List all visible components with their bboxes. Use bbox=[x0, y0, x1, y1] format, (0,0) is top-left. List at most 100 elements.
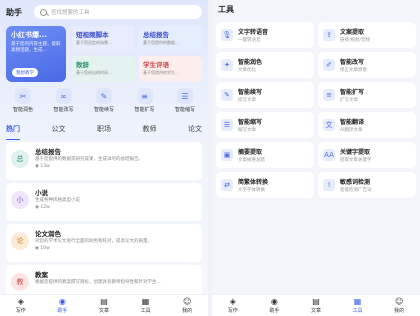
featured-card-student-comment[interactable]: 学生评语 基于您提供的学生... bbox=[139, 56, 202, 82]
featured-card-summary[interactable]: 总结报告 基于您提供的数据... bbox=[139, 26, 202, 52]
bottom-nav: ◈ 写作 ◉ 助手 ▤ 文章 ▦ 工具 ☺ 我的 bbox=[0, 294, 208, 316]
compress-icon: ☰ bbox=[177, 88, 193, 104]
nav-item-1[interactable]: ◉ 助手 bbox=[47, 297, 77, 314]
nav-item-4[interactable]: ☺ 我的 bbox=[172, 297, 202, 314]
list-item[interactable]: 论论文润色 对您的学术论文进行全面的润色和校对，提高论文的质量。 ◉ 10w bbox=[6, 224, 202, 262]
nav-label: 我的 bbox=[182, 308, 193, 314]
tool-card[interactable]: ▣ 摘要提取 文章摘要总结 bbox=[216, 142, 314, 168]
nav-item-3[interactable]: ▦ 工具 bbox=[131, 297, 161, 314]
nav-item-4[interactable]: ☺ 我的 bbox=[384, 297, 414, 314]
tool-title: 关键字提取 bbox=[340, 149, 371, 156]
featured-card-desc: 基于您的内容主题，提取高频话题，生成... bbox=[11, 42, 61, 53]
item-avatar-icon: 教 bbox=[11, 273, 29, 291]
item-avatar-icon: 小 bbox=[11, 191, 29, 209]
tool-card[interactable]: AA 关键字提取提取文章关键字 bbox=[318, 142, 416, 168]
featured-card-button[interactable]: 我想教学 bbox=[12, 68, 38, 77]
tool-card[interactable]: ✐ 智能改写修正文章原意 bbox=[318, 52, 416, 78]
tool-text: 简繁体转换文字字体转换 bbox=[238, 177, 268, 193]
card-desc: 基于您提供的数据... bbox=[143, 40, 179, 45]
card-title: 学生评语 bbox=[143, 61, 169, 69]
nav-item-3[interactable]: ▦ 工具 bbox=[343, 297, 373, 314]
nav-label: 助手 bbox=[269, 308, 280, 314]
nav-label: 助手 bbox=[57, 308, 68, 314]
tool-text: 智能缩写 缩写文章 bbox=[238, 117, 262, 133]
category-tabs: 热门 公文 职场 教师 论文 bbox=[6, 124, 202, 140]
tool-title: 文案提取 bbox=[340, 29, 365, 36]
tool-title: 简繁体转换 bbox=[238, 179, 269, 186]
tool-card[interactable]: ⇪ 文案提取 链接/视频/音频 bbox=[318, 22, 416, 48]
tool-card[interactable]: ≡ 智能扩写 扩写文章 bbox=[318, 82, 416, 108]
search-input[interactable]: 查找想要的工具 bbox=[34, 5, 202, 19]
featured-card-title: 小红书爆... bbox=[11, 31, 47, 39]
quick-tool-0[interactable]: ✂ 智能润色 bbox=[4, 88, 42, 118]
search-icon bbox=[40, 8, 47, 16]
tool-desc: 提取文章关键字 bbox=[340, 158, 372, 163]
tool-desc: 续写文章 bbox=[238, 98, 256, 103]
tool-title: 智能改写 bbox=[340, 59, 365, 66]
tab-1[interactable]: 公文 bbox=[52, 124, 66, 138]
featured-card-speech[interactable]: 致辞 基于您给出的时间... bbox=[72, 56, 135, 82]
tool-desc: 缩写文章 bbox=[238, 128, 256, 133]
tool-desc: 文章摘要总结 bbox=[238, 158, 265, 163]
tools-icon: ▦ bbox=[353, 297, 362, 306]
rewrite-icon: ✐ bbox=[323, 59, 335, 71]
item-desc: 对您的学术论文进行全面的润色和校对，提高论文的质量。 bbox=[35, 239, 152, 244]
list-item[interactable]: 小小说 生成各种风格类型小说 ◉ 12w bbox=[6, 183, 202, 221]
nav-item-1[interactable]: ◉ 助手 bbox=[259, 297, 289, 314]
item-desc: 基于您提供的数据或研究成果，生成详尽的总结报告。 bbox=[35, 157, 143, 162]
item-title: 论文润色 bbox=[35, 230, 61, 238]
item-title: 总结报告 bbox=[35, 148, 61, 156]
item-body: 论文润色 对您的学术论文进行全面的润色和校对，提高论文的质量。 ◉ 10w bbox=[35, 228, 152, 258]
nav-label: 写作 bbox=[15, 308, 26, 314]
assistant-icon: ◉ bbox=[270, 297, 278, 306]
tool-title: 摘要提取 bbox=[238, 149, 263, 156]
tool-text: 文案提取 链接/视频/音频 bbox=[340, 27, 370, 43]
tool-title: 智能扩写 bbox=[340, 89, 365, 96]
card-desc: 基于您给出的时间... bbox=[76, 70, 112, 75]
tab-0[interactable]: 热门 bbox=[6, 124, 20, 140]
tool-card[interactable]: ☰ 智能缩写 缩写文章 bbox=[216, 112, 314, 138]
nav-item-2[interactable]: ▤ 文章 bbox=[89, 297, 119, 314]
nav-item-2[interactable]: ▤ 文章 bbox=[301, 297, 331, 314]
tool-title: 智能翻译 bbox=[340, 119, 365, 126]
featured-card-video-script[interactable]: 短视频脚本 基于您设定的场景... bbox=[72, 26, 135, 52]
tool-card[interactable]: ⇄ 简繁体转换 文字字体转换 bbox=[216, 172, 314, 198]
tool-card[interactable]: ! 敏感词检测 智能检测广告词 bbox=[318, 172, 416, 198]
tool-title: 文字转语音 bbox=[238, 29, 269, 36]
quick-tool-3[interactable]: ≡ 智能扩写 bbox=[126, 88, 164, 118]
tool-text: 智能润色 文章优化 bbox=[238, 57, 262, 73]
link-icon: ∞ bbox=[55, 88, 72, 104]
user-icon: ☺ bbox=[183, 297, 192, 306]
mic-icon: 🎙 bbox=[221, 29, 233, 41]
tool-card[interactable]: ✦ 智能润色 文章优化 bbox=[216, 52, 314, 78]
item-usage-count: ◉ 13w bbox=[35, 164, 143, 169]
featured-card-main[interactable]: 小红书爆... 基于您的内容主题，提取高频话题，生成... 我想教学 bbox=[6, 26, 66, 82]
tools-screen: 工具 🎙 文字转语音 一键转语音 ⇪ 文案提取 链接/视频/音频 ✦ 智能润色 文章优化 ✐ 智能改… bbox=[212, 0, 420, 316]
nav-item-0[interactable]: ◈ 写作 bbox=[6, 297, 36, 314]
quick-tool-2[interactable]: ✎ 智能续写 bbox=[85, 88, 123, 118]
tool-title: 敏感词检测 bbox=[340, 179, 371, 186]
card-title: 致辞 bbox=[76, 61, 89, 69]
nav-label: 文章 bbox=[98, 308, 109, 314]
list-item[interactable]: 总总结报告 基于您提供的数据或研究成果，生成详尽的总结报告。 ◉ 13w bbox=[6, 142, 202, 180]
quick-tool-4[interactable]: ☰ 智能缩写 bbox=[166, 88, 204, 118]
tool-card[interactable]: ✎ 智能续写 续写文章 bbox=[216, 82, 314, 108]
tool-card[interactable]: 文智能翻译 AI翻译文章 bbox=[318, 112, 416, 138]
card-desc: 基于您提供的学生... bbox=[143, 70, 179, 75]
quick-tool-1[interactable]: ∞ 智能改写 bbox=[45, 88, 83, 118]
tool-desc: 文字字体转换 bbox=[238, 188, 265, 193]
nav-item-0[interactable]: ◈ 写作 bbox=[218, 297, 248, 314]
tab-2[interactable]: 职场 bbox=[97, 124, 111, 138]
tool-desc: 修正文章原意 bbox=[340, 68, 367, 73]
tool-text: 智能改写修正文章原意 bbox=[340, 57, 367, 73]
tool-card[interactable]: 🎙 文字转语音 一键转语音 bbox=[216, 22, 314, 48]
tab-3[interactable]: 教师 bbox=[143, 124, 157, 138]
item-usage-count: ◉ 12w bbox=[35, 205, 80, 210]
tab-4[interactable]: 论文 bbox=[188, 124, 202, 138]
keyword-icon: AA bbox=[323, 149, 335, 161]
scissors-icon: ✂ bbox=[15, 88, 31, 104]
tool-title: 智能润色 bbox=[238, 59, 263, 66]
document-icon: ▤ bbox=[312, 297, 320, 306]
tool-desc: 文章优化 bbox=[238, 68, 256, 73]
count-value: 12w bbox=[40, 205, 50, 210]
